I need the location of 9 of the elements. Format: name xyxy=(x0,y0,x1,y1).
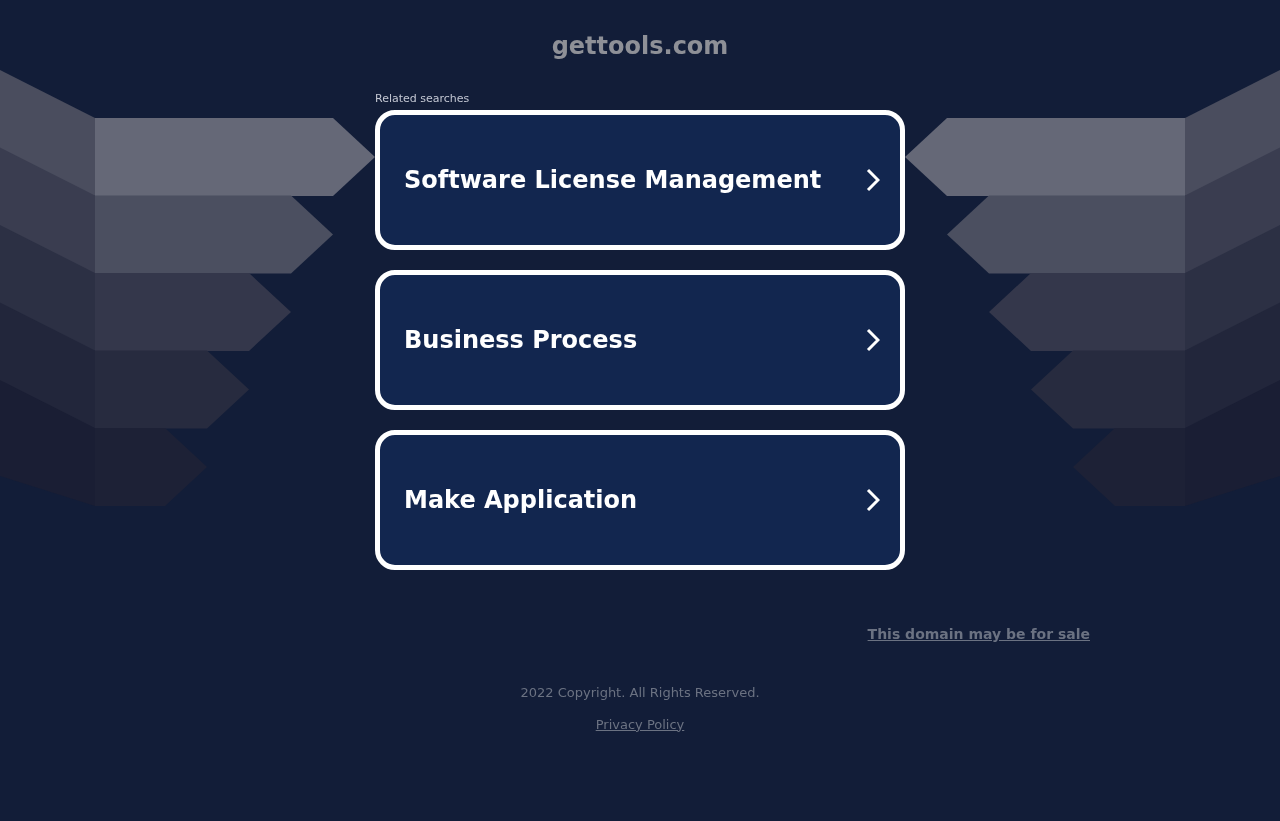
search-link[interactable]: Business Process xyxy=(375,270,905,410)
search-link[interactable]: Make Application xyxy=(375,430,905,570)
copyright-text: 2022 Copyright. All Rights Reserved. xyxy=(520,684,760,702)
chevron-right-icon xyxy=(866,488,880,512)
chevron-right-icon xyxy=(866,328,880,352)
chevron-right-icon xyxy=(866,168,880,192)
related-searches-label: Related searches xyxy=(375,92,471,106)
site-title: gettools.com xyxy=(551,31,729,62)
search-link[interactable]: Software License Management xyxy=(375,110,905,250)
